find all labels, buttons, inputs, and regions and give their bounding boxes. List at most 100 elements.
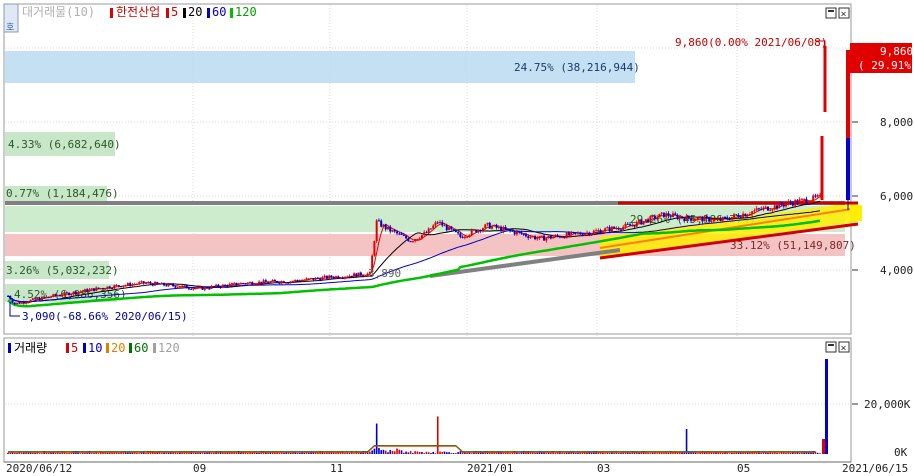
x-tick: 2021/01 <box>467 462 513 475</box>
volume-bar <box>436 416 439 454</box>
candle-body <box>81 291 84 293</box>
candle-body <box>576 232 579 234</box>
x-tick: 11 <box>330 462 343 475</box>
volume-legend: 거래량 5 10 20 60 120 <box>8 341 180 355</box>
candle-body <box>601 231 604 234</box>
candle-body <box>190 288 193 290</box>
candle-body <box>348 275 351 277</box>
volume-bar <box>303 452 306 454</box>
candle-body <box>411 241 414 243</box>
candle-body <box>95 287 98 291</box>
candle-body <box>56 295 59 297</box>
candle-body <box>38 298 41 301</box>
candle-body <box>9 295 12 300</box>
candle-body <box>710 220 713 222</box>
candle-body <box>610 226 613 232</box>
candle-body <box>760 208 763 210</box>
candle-body <box>429 228 432 230</box>
volume-bar <box>816 452 819 454</box>
volume-bar <box>258 452 260 454</box>
volume-bar <box>66 453 68 454</box>
candle-body <box>104 288 107 290</box>
candle-body <box>479 229 482 232</box>
candle-body <box>714 218 717 220</box>
maximize-icon[interactable] <box>825 341 837 353</box>
candle-body <box>251 282 254 285</box>
candle-body <box>556 235 559 237</box>
candle-body <box>212 285 215 287</box>
candle-body <box>488 222 491 229</box>
candle-body <box>780 202 783 206</box>
candle-body <box>418 238 421 240</box>
candle-body <box>699 217 702 219</box>
candle-body <box>724 217 727 219</box>
volume-bar <box>38 453 41 454</box>
candle-body <box>789 201 792 204</box>
maximize-icon[interactable] <box>825 7 837 19</box>
candle-body <box>658 213 661 218</box>
volume-bar <box>416 451 419 454</box>
candle-body <box>296 279 299 281</box>
candle-body <box>206 287 209 289</box>
profile-label: 3.26% (5,032,232) <box>6 264 119 277</box>
candle-body <box>203 287 206 290</box>
candle-body <box>196 286 199 289</box>
candle-body <box>472 229 475 231</box>
candle-body <box>805 198 808 204</box>
candle-body <box>389 226 392 232</box>
volume-bar <box>256 452 258 454</box>
volume-bar <box>412 453 414 454</box>
candle-body <box>552 236 555 239</box>
legend-ma-5: 5 <box>171 5 178 19</box>
candle-body <box>457 232 460 234</box>
cross-marker-label: 3,890 <box>368 267 401 280</box>
volume-bar <box>660 452 663 454</box>
candle-body <box>640 219 643 225</box>
candle-body <box>321 277 324 281</box>
candle-body <box>642 221 645 225</box>
x-tick: 2021/06/15 <box>842 462 908 475</box>
candle-body <box>276 281 279 283</box>
candle-body <box>72 291 75 295</box>
candle-body <box>74 291 77 295</box>
candle-body <box>167 283 170 287</box>
candle-body <box>47 296 50 298</box>
y-tick: 6,000 <box>880 190 913 203</box>
candle-body <box>561 237 564 239</box>
candle-body <box>529 236 532 238</box>
candle-body <box>742 213 745 218</box>
legend-stock-name: 한전산업 <box>116 5 160 19</box>
profile-label: 0.77% (1,184,476) <box>6 187 119 200</box>
candle-body <box>144 282 147 284</box>
candle-body <box>502 227 505 232</box>
candle-body <box>244 283 247 285</box>
candle-body <box>174 286 177 288</box>
candle-body <box>769 210 772 212</box>
x-axis: 2020/06/12 09 11 2021/01 03 05 2021/06/1… <box>4 461 908 475</box>
x-tick: 2020/06/12 <box>6 462 72 475</box>
candle-body <box>667 213 670 217</box>
candle-body <box>653 215 656 219</box>
volume-bar <box>194 452 197 454</box>
candle-body <box>595 230 598 232</box>
volume-panel[interactable] <box>3 337 852 463</box>
svg-text:×: × <box>841 343 847 354</box>
volume-bar <box>344 453 346 454</box>
candle-body <box>708 217 711 222</box>
volume-bar <box>27 452 30 454</box>
volume-bar <box>728 453 731 454</box>
candle-body <box>726 217 729 220</box>
x-tick: 09 <box>193 462 206 475</box>
candle-body <box>402 234 405 236</box>
candle-body <box>649 216 652 223</box>
volume-bar <box>382 449 385 454</box>
candle-body <box>626 223 629 225</box>
candle-body <box>337 276 340 279</box>
volume-bar <box>90 453 93 454</box>
candle-body <box>18 302 21 304</box>
candle-body <box>106 286 109 289</box>
candle-body <box>764 206 767 208</box>
legend-vol-ma-120: 120 <box>158 341 180 355</box>
candle-body <box>733 214 736 218</box>
candle-body <box>515 231 518 235</box>
